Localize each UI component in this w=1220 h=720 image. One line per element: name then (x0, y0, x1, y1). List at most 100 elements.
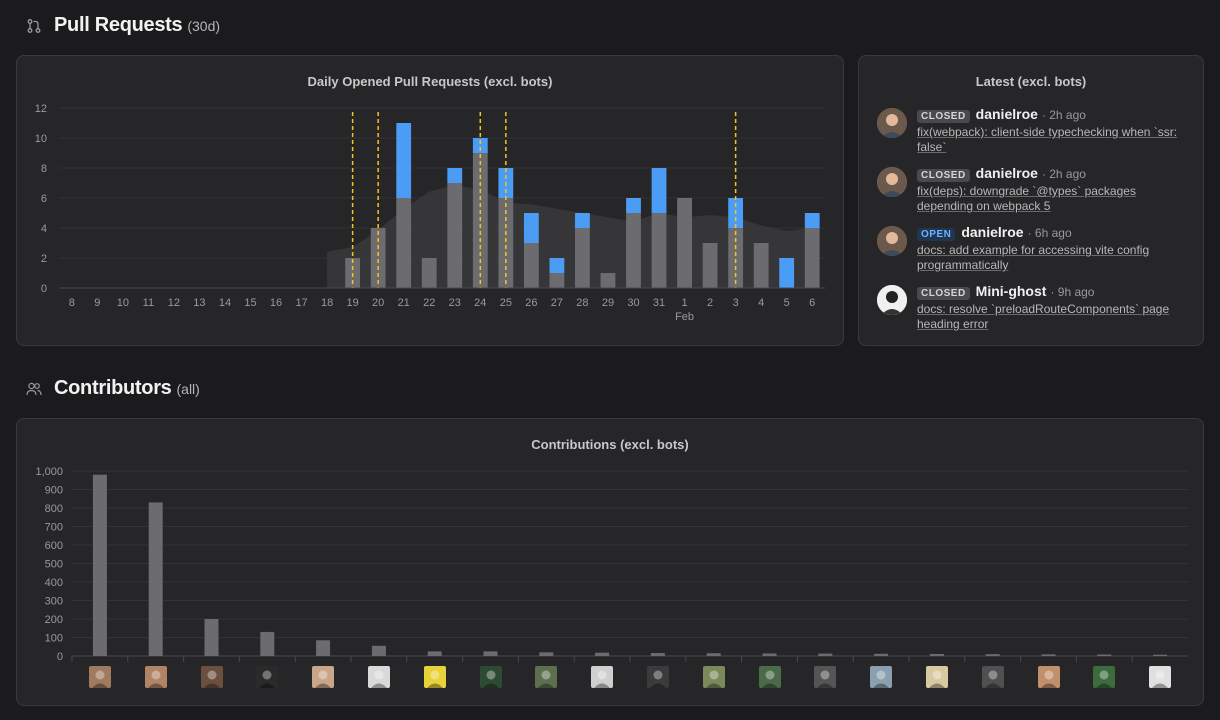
avatar-face-icon (817, 670, 834, 688)
contributions-chart-title: Contributions (excl. bots) (531, 437, 689, 452)
bar-segment-gray (549, 273, 565, 288)
x-tick-label: 3 (733, 297, 739, 309)
section-title: Pull Requests (54, 14, 183, 36)
bar-segment-blue (396, 123, 412, 198)
pr-title-link[interactable]: fix(webpack): client-side typechecking w… (917, 125, 1189, 155)
contributor-avatar[interactable] (981, 666, 1004, 688)
avatar-face-icon (877, 226, 907, 256)
contributor-avatar[interactable] (1093, 666, 1116, 688)
contributor-avatar[interactable] (702, 666, 725, 688)
contributor-avatar[interactable] (256, 666, 279, 688)
pr-title-link[interactable]: docs: resolve `preloadRouteComponents` p… (917, 302, 1189, 332)
latest-prs-card: Latest (excl. bots) CLOSED danielroe · 2… (858, 55, 1204, 346)
x-tick-label: 19 (347, 297, 359, 309)
bar-segment-gray (447, 183, 463, 288)
bar-segment-blue (626, 198, 641, 213)
bar-segment-gray (421, 258, 437, 288)
user-avatar[interactable] (877, 108, 907, 138)
contributor-avatar[interactable] (88, 666, 111, 688)
x-tick-label: 15 (244, 297, 256, 309)
pr-title-link[interactable]: fix(deps): downgrade `@types` packages d… (917, 184, 1189, 214)
pr-time: · 2h ago (1041, 167, 1086, 181)
contributor-avatar[interactable] (423, 666, 446, 688)
x-tick-label: 13 (193, 297, 205, 309)
pr-title-link[interactable]: docs: add example for accessing vite con… (917, 243, 1189, 273)
pr-author[interactable]: danielroe (961, 224, 1023, 240)
avatar-face-icon (203, 670, 220, 688)
x-tick-label: 9 (94, 297, 100, 309)
contributor-avatar[interactable] (758, 666, 781, 688)
contributor-avatar[interactable] (144, 666, 167, 688)
avatar-face-icon (1152, 670, 1169, 688)
contributor-avatar[interactable] (479, 666, 502, 688)
y-tick-label: 12 (35, 103, 47, 115)
avatar-face-icon (426, 670, 443, 688)
x-tick-label: 28 (576, 297, 588, 309)
pr-list-item[interactable]: CLOSED danielroe · 2h ago fix(webpack): … (877, 106, 1189, 158)
avatar-face-icon (984, 670, 1001, 688)
contributor-avatar[interactable] (814, 666, 837, 688)
contributor-avatar[interactable] (1037, 666, 1060, 688)
x-tick-label: 21 (398, 297, 410, 309)
user-avatar[interactable] (877, 285, 907, 315)
bar-segment-gray (728, 228, 744, 288)
avatar-face-icon (594, 670, 611, 688)
avatar-face-icon (147, 670, 164, 688)
contributor-avatar[interactable] (646, 666, 669, 688)
daily-prs-chart[interactable]: 0246810128 9 10 11 12 13 14 15 16 17 18 19 20 21 22 23 2… (17, 56, 843, 345)
y-tick-label: 6 (41, 193, 47, 205)
pr-list-item[interactable]: CLOSED Mini-ghost · 9h ago docs: resolve… (877, 283, 1189, 335)
x-tick-label: 8 (69, 297, 75, 309)
x-tick-label: 30 (627, 297, 639, 309)
bar-segment-blue (779, 258, 795, 288)
user-avatar[interactable] (877, 226, 907, 256)
x-tick-label: 1 (682, 297, 688, 309)
section-title: Contributors (54, 377, 172, 399)
pr-author[interactable]: danielroe (976, 165, 1038, 181)
bar-segment-gray (396, 198, 412, 288)
bar-segment-blue (447, 168, 463, 183)
x-tick-label: 2 (707, 297, 713, 309)
contributor-avatar[interactable] (312, 666, 335, 688)
avatar-face-icon (259, 670, 276, 688)
x-tick-label: 5 (784, 297, 790, 309)
bar-segment-gray (523, 243, 539, 288)
pr-author[interactable]: Mini-ghost (976, 283, 1047, 299)
y-tick-label: 0 (41, 283, 47, 295)
x-tick-label: 11 (143, 297, 154, 309)
people-icon (26, 382, 42, 395)
bar-segment-gray (600, 273, 616, 288)
contributor-avatar[interactable] (591, 666, 614, 688)
bar-segment-gray (626, 213, 641, 288)
avatar-face-icon (538, 670, 555, 688)
x-tick-label: 24 (474, 297, 486, 309)
user-avatar[interactable] (877, 167, 907, 197)
contributor-avatar[interactable] (1149, 666, 1172, 688)
bar-segment-blue (549, 258, 565, 273)
bar-segment-gray (702, 243, 718, 288)
avatar-face-icon (91, 670, 108, 688)
contributors-header: Contributors (all) (26, 377, 200, 400)
pr-status-badge: OPEN (917, 228, 956, 241)
contributor-avatar[interactable] (367, 666, 390, 688)
section-subtitle: (all) (176, 381, 200, 397)
avatar-face-icon (315, 670, 332, 688)
y-tick-label: 4 (41, 223, 47, 235)
avatar-face-icon (877, 285, 907, 315)
contributor-avatar[interactable] (535, 666, 558, 688)
pr-author[interactable]: danielroe (976, 106, 1038, 122)
bar-segment-gray (575, 228, 590, 288)
x-tick-label: 10 (117, 297, 129, 309)
daily-prs-card: Daily Opened Pull Requests (excl. bots) … (16, 55, 844, 346)
contributor-avatar[interactable] (200, 666, 223, 688)
pr-list-item[interactable]: OPEN danielroe · 6h ago docs: add exampl… (877, 224, 1189, 276)
x-tick-label: 4 (758, 297, 764, 309)
pr-list-item[interactable]: CLOSED danielroe · 2h ago fix(deps): dow… (877, 165, 1189, 217)
contributor-avatar[interactable] (870, 666, 893, 688)
avatar-face-icon (482, 670, 499, 688)
bar-segment-gray (370, 228, 386, 288)
avatar-face-icon (370, 670, 387, 688)
contributor-avatar[interactable] (925, 666, 948, 688)
x-tick-label: 17 (295, 297, 307, 309)
y-tick-label: 10 (35, 133, 47, 145)
